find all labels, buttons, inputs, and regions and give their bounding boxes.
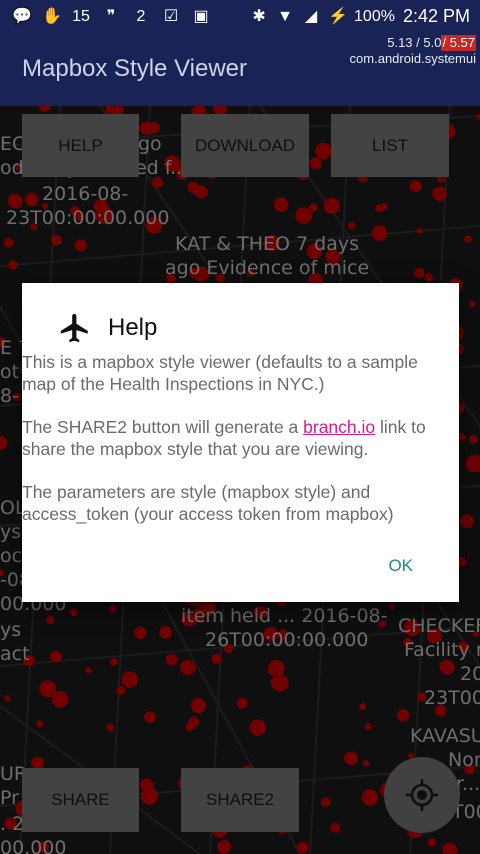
battery-percent: 100% [354, 7, 395, 25]
notification-icons: 💬 ✋ 15 ❞ 2 ☑ ▣ [0, 8, 210, 26]
dialog-paragraph-1: This is a mapbox style viewer (defaults … [22, 352, 418, 394]
cpu-overlay: 5.13 / 5.0 / 5.57 com.android.systemui [350, 35, 476, 67]
cpu-process: com.android.systemui [349, 51, 476, 66]
messenger-icon: 💬 [12, 7, 32, 25]
chat-bubble-icon: ❞ [106, 7, 116, 25]
wifi-icon: ▼ [277, 7, 293, 25]
help-dialog: Help This is a mapbox style viewer (defa… [22, 283, 459, 602]
app-title: Mapbox Style Viewer [22, 55, 247, 82]
airplane-icon [60, 313, 88, 343]
calendar-15-icon: 15 [72, 7, 90, 25]
branch-io-link[interactable]: branch.io [303, 417, 375, 437]
status-bar: 💬 ✋ 15 ❞ 2 ☑ ▣ ✱ ▼ ◢ ⚡ 100% 2:42 PM [0, 0, 480, 33]
image-icon: ▣ [193, 7, 209, 25]
clock: 2:42 PM [402, 6, 470, 26]
cpu-load-b: / 5.57 [441, 35, 476, 51]
badge-2-icon: 2 [136, 7, 146, 25]
checklist-icon: ☑ [163, 7, 179, 25]
status-right: ✱ ▼ ◢ ⚡ 100% 2:42 PM [250, 6, 480, 27]
ok-button[interactable]: OK [388, 556, 413, 576]
dialog-paragraph-3: The parameters are style (mapbox style) … [22, 482, 394, 524]
hand-icon: ✋ [42, 7, 62, 25]
bluetooth-icon: ✱ [252, 7, 266, 25]
dialog-header: Help [58, 311, 157, 345]
dialog-message: This is a mapbox style viewer (defaults … [22, 351, 452, 546]
battery-icon: ⚡ [328, 7, 348, 25]
app-bar: Mapbox Style Viewer 5.13 / 5.0 / 5.57 co… [0, 33, 480, 106]
dialog-title: Help [108, 314, 158, 341]
cell-signal-icon: ◢ [304, 7, 318, 25]
cpu-load-a: 5.13 / 5.0 [387, 35, 442, 50]
dialog-paragraph-2: The SHARE2 button will generate a branch… [22, 417, 426, 459]
